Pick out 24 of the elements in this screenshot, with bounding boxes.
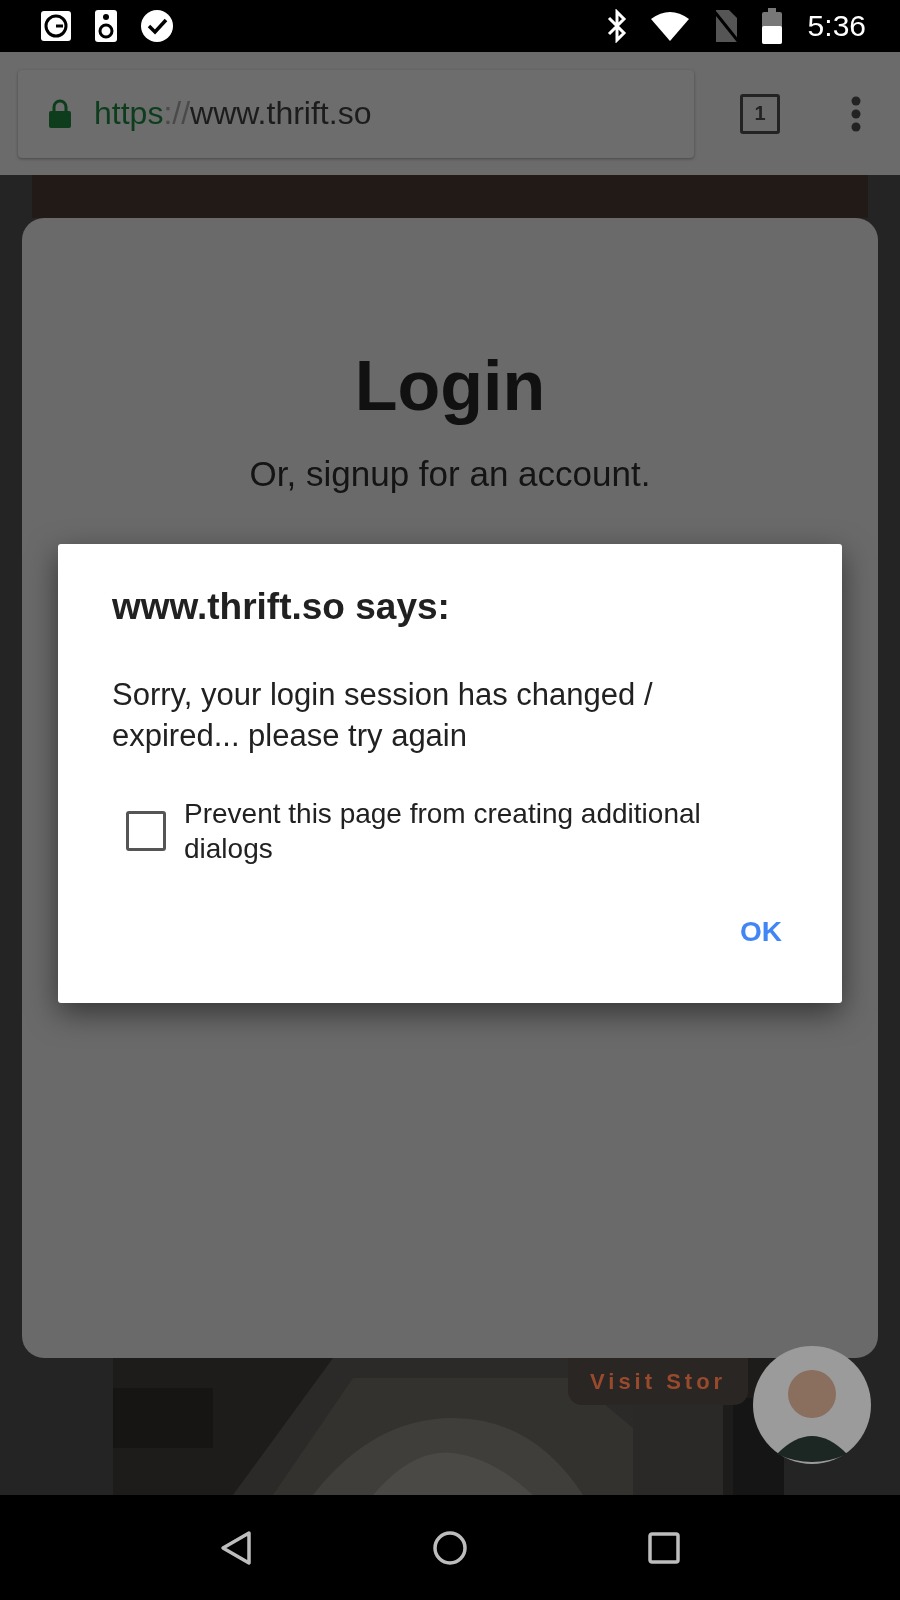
dialog-title: www.thrift.so says: bbox=[112, 586, 451, 628]
recents-icon[interactable] bbox=[648, 1531, 680, 1564]
ok-button[interactable]: OK bbox=[734, 908, 788, 956]
login-title: Login bbox=[354, 346, 546, 426]
wifi-icon bbox=[649, 11, 690, 41]
back-icon[interactable] bbox=[220, 1529, 252, 1566]
g-app-icon bbox=[40, 10, 72, 42]
speaker-icon bbox=[94, 9, 118, 43]
checkbox[interactable] bbox=[126, 811, 166, 851]
checkbox-label: Prevent this page from creating additional dialogs bbox=[184, 797, 702, 866]
avatar[interactable] bbox=[753, 1346, 871, 1464]
address-bar[interactable]: https://www.thrift.so bbox=[18, 69, 694, 158]
tab-count-button[interactable]: 1 bbox=[740, 93, 780, 134]
dialog-message: Sorry, your login session has changed / expired... please try again bbox=[112, 676, 654, 755]
home-icon[interactable] bbox=[432, 1529, 468, 1566]
url-text: https://www.thrift.so bbox=[94, 95, 372, 132]
battery-icon bbox=[761, 8, 782, 44]
visit-store-button[interactable]: Visit Stor bbox=[568, 1358, 748, 1405]
bluetooth-icon bbox=[605, 9, 628, 43]
clock-time: 5:36 bbox=[807, 9, 866, 43]
check-circle-icon bbox=[140, 9, 174, 43]
lock-icon bbox=[48, 98, 72, 129]
signup-text: Or, signup for an account. bbox=[249, 454, 651, 494]
menu-icon[interactable] bbox=[850, 95, 862, 132]
